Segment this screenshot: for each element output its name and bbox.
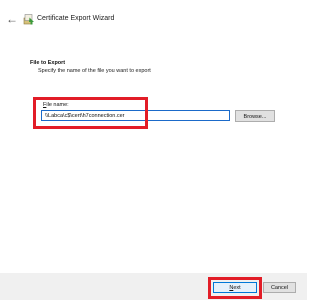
- section-title: File to Export: [30, 60, 66, 66]
- wizard-title: Certificate Export Wizard: [37, 15, 115, 22]
- certificate-wizard-icon: [23, 14, 34, 25]
- certificate-export-wizard-window: ← Certificate Export Wizard File to Expo…: [0, 0, 307, 300]
- browse-button[interactable]: Browse...: [235, 110, 275, 122]
- file-name-highlight-box: [33, 97, 148, 129]
- section-description: Specify the name of the file you want to…: [38, 68, 151, 74]
- next-button-highlight-box: [208, 277, 262, 299]
- wizard-header: ← Certificate Export Wizard: [0, 12, 307, 28]
- cancel-button[interactable]: Cancel: [263, 282, 296, 293]
- back-arrow-icon[interactable]: ←: [6, 12, 18, 26]
